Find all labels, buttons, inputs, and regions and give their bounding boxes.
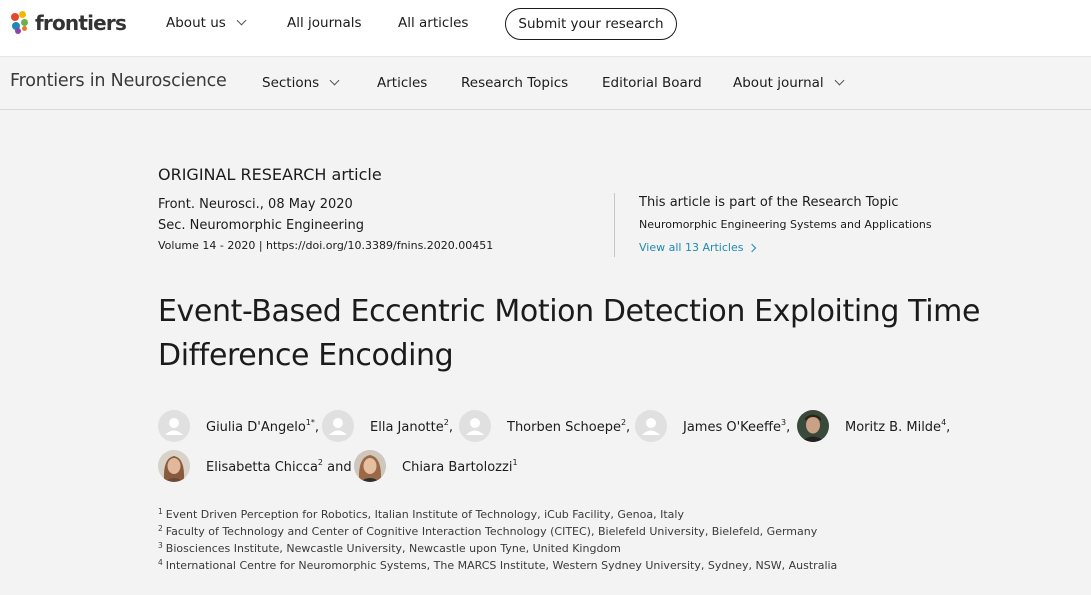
journal-nav-research-topics[interactable]: Research Topics (461, 57, 568, 109)
chevron-down-icon (329, 75, 340, 86)
nav-about-us[interactable]: About us (166, 0, 247, 46)
journal-nav-sections[interactable]: Sections (262, 57, 340, 109)
journal-nav-articles-label: Articles (377, 75, 428, 91)
avatar-placeholder-icon[interactable] (158, 410, 190, 442)
author-photo[interactable] (158, 450, 190, 482)
research-topic-heading: This article is part of the Research Top… (639, 195, 899, 210)
chevron-right-icon (748, 243, 757, 252)
journal-nav-editorial-board[interactable]: Editorial Board (602, 57, 702, 109)
research-topic-name[interactable]: Neuromorphic Engineering Systems and App… (639, 218, 932, 231)
journal-nav-sections-label: Sections (262, 75, 320, 91)
avatar-placeholder-icon[interactable] (635, 410, 667, 442)
journal-title[interactable]: Frontiers in Neuroscience (10, 71, 227, 91)
affiliation: 4 International Centre for Neuromorphic S… (158, 558, 838, 572)
submit-research-button[interactable]: Submit your research (505, 8, 677, 40)
logo-text: frontiers (35, 11, 127, 35)
nav-all-articles-label: All articles (398, 15, 469, 31)
volume-doi[interactable]: Volume 14 - 2020 | https://doi.org/10.33… (158, 239, 493, 252)
author-name[interactable]: Giulia D'Angelo1*, (206, 418, 319, 435)
author-name[interactable]: Thorben Schoepe2, (507, 418, 630, 435)
author-name[interactable]: James O'Keeffe3, (683, 418, 790, 435)
affiliation: 2 Faculty of Technology and Center of Cog… (158, 524, 818, 538)
journal-header: Frontiers in Neuroscience Sections Artic… (0, 56, 1091, 110)
publication-date: Front. Neurosci., 08 May 2020 (158, 197, 353, 212)
frontiers-logo[interactable]: frontiers (10, 10, 127, 36)
view-all-articles-link[interactable]: View all 13 Articles (639, 241, 757, 254)
affiliation: 1 Event Driven Perception for Robotics, I… (158, 507, 684, 521)
chevron-down-icon (834, 75, 845, 86)
article-title: Event-Based Eccentric Motion Detection E… (158, 294, 981, 373)
journal-nav-about-journal[interactable]: About journal (733, 57, 845, 109)
journal-nav-research-topics-label: Research Topics (461, 75, 569, 91)
article-type: ORIGINAL RESEARCH article (158, 165, 382, 184)
affiliation: 3 Biosciences Institute, Newcastle Univer… (158, 541, 621, 555)
author-photo[interactable] (354, 450, 386, 482)
avatar-placeholder-icon[interactable] (322, 410, 354, 442)
article-section[interactable]: Sec. Neuromorphic Engineering (158, 218, 364, 233)
chevron-down-icon (236, 15, 247, 26)
divider (614, 193, 615, 257)
nav-all-journals[interactable]: All journals (287, 0, 362, 46)
author-name[interactable]: Chiara Bartolozzi1 (402, 458, 518, 475)
avatar-placeholder-icon[interactable] (459, 410, 491, 442)
nav-all-articles[interactable]: All articles (398, 0, 468, 46)
author-photo[interactable] (797, 410, 829, 442)
nav-about-us-label: About us (166, 15, 226, 31)
journal-nav-about-journal-label: About journal (733, 75, 824, 91)
journal-nav-articles[interactable]: Articles (377, 57, 427, 109)
site-header: frontiers About us All journals All arti… (0, 0, 1091, 56)
view-all-articles-label: View all 13 Articles (639, 241, 744, 254)
author-name[interactable]: Ella Janotte2, (370, 418, 453, 435)
journal-nav-editorial-board-label: Editorial Board (602, 75, 702, 91)
nav-all-journals-label: All journals (287, 15, 362, 31)
frontiers-logo-icon (10, 11, 32, 35)
author-name[interactable]: Elisabetta Chicca2 and (206, 458, 352, 475)
author-name[interactable]: Moritz B. Milde4, (845, 418, 950, 435)
